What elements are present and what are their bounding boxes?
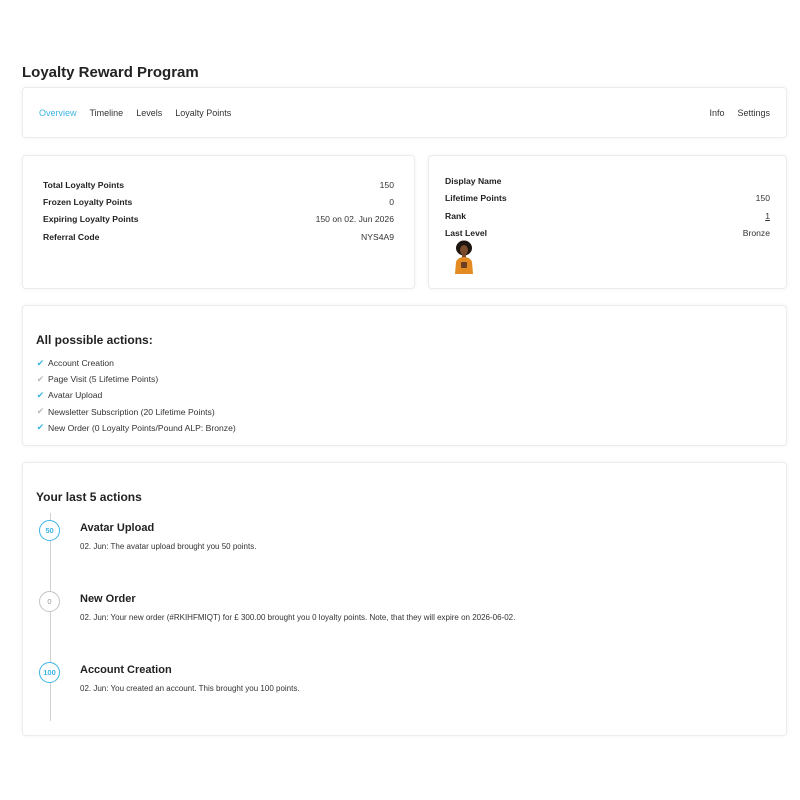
action-label: Newsletter Subscription (20 Lifetime Poi… [48, 406, 215, 417]
nav-bar: Overview Timeline Levels Loyalty Points … [22, 87, 787, 138]
nav-right: Info Settings [709, 108, 770, 118]
timeline-item-desc: 02. Jun: The avatar upload brought you 5… [80, 542, 257, 551]
referral-code-value: NYS4A9 [361, 232, 394, 242]
list-item: ✔ Newsletter Subscription (20 Lifetime P… [36, 404, 236, 420]
frozen-points-value: 0 [389, 197, 394, 207]
referral-code-label: Referral Code [43, 232, 100, 242]
points-badge: 0 [39, 591, 60, 612]
frozen-points-row: Frozen Loyalty Points 0 [43, 197, 394, 207]
list-item: ✔ New Order (0 Loyalty Points/Pound ALP:… [36, 420, 236, 436]
action-label: Account Creation [48, 358, 114, 369]
total-points-value: 150 [379, 180, 394, 190]
referral-code-row: Referral Code NYS4A9 [43, 232, 394, 242]
list-item: ✔ Page Visit (5 Lifetime Points) [36, 371, 236, 387]
list-item: ✔ Account Creation [36, 355, 236, 371]
recent-actions-card: Your last 5 actions 50 Avatar Upload 02.… [22, 462, 787, 736]
total-points-row: Total Loyalty Points 150 [43, 180, 394, 190]
expiring-points-value: 150 on 02. Jun 2026 [315, 214, 394, 224]
actions-list: ✔ Account Creation ✔ Page Visit (5 Lifet… [36, 355, 236, 436]
display-name-label: Display Name [445, 176, 502, 186]
total-points-label: Total Loyalty Points [43, 180, 125, 190]
check-icon: ✔ [36, 373, 45, 384]
display-name-row: Display Name [445, 176, 770, 186]
last-level-value: Bronze [742, 228, 770, 238]
lifetime-points-value: 150 [755, 193, 770, 203]
lifetime-points-label: Lifetime Points [445, 193, 507, 203]
frozen-points-label: Frozen Loyalty Points [43, 197, 133, 207]
timeline-item-desc: 02. Jun: Your new order (#RKIHFMIQT) for… [80, 613, 516, 622]
action-label: Avatar Upload [48, 390, 103, 401]
list-item: ✔ Avatar Upload [36, 387, 236, 403]
expiring-points-label: Expiring Loyalty Points [43, 214, 139, 224]
timeline-title: Your last 5 actions [36, 490, 142, 504]
expiring-points-row: Expiring Loyalty Points 150 on 02. Jun 2… [43, 214, 394, 224]
tab-settings[interactable]: Settings [737, 108, 770, 118]
last-level-label: Last Level [445, 228, 488, 238]
profile-card: Display Name Lifetime Points 150 Rank 1 … [428, 155, 787, 289]
lifetime-points-row: Lifetime Points 150 [445, 193, 770, 203]
nav-left: Overview Timeline Levels Loyalty Points [39, 108, 231, 118]
timeline-line [50, 513, 51, 721]
points-summary-card: Total Loyalty Points 150 Frozen Loyalty … [22, 155, 415, 289]
timeline-item-title: New Order [80, 593, 136, 605]
points-badge: 50 [39, 520, 60, 541]
tab-timeline[interactable]: Timeline [90, 108, 124, 118]
check-icon: ✔ [36, 406, 45, 417]
tab-loyalty-points[interactable]: Loyalty Points [175, 108, 231, 118]
rank-label: Rank [445, 211, 467, 221]
timeline-item-title: Avatar Upload [80, 522, 155, 534]
timeline-item-title: Account Creation [80, 664, 172, 676]
check-icon: ✔ [36, 389, 45, 400]
actions-title: All possible actions: [36, 333, 153, 347]
action-label: Page Visit (5 Lifetime Points) [48, 374, 159, 385]
check-icon: ✔ [36, 422, 45, 433]
possible-actions-card: All possible actions: ✔ Account Creation… [22, 305, 787, 446]
page-title: Loyalty Reward Program [22, 64, 199, 81]
tab-overview[interactable]: Overview [39, 108, 77, 118]
check-icon: ✔ [36, 357, 45, 368]
rank-row: Rank 1 [445, 211, 770, 221]
action-label: New Order (0 Loyalty Points/Pound ALP: B… [48, 422, 236, 433]
timeline-item-desc: 02. Jun: You created an account. This br… [80, 684, 300, 693]
tab-info[interactable]: Info [709, 108, 724, 118]
rank-link[interactable]: 1 [765, 211, 770, 221]
points-badge: 100 [39, 662, 60, 683]
avatar [455, 240, 473, 274]
last-level-row: Last Level Bronze [445, 228, 770, 238]
tab-levels[interactable]: Levels [136, 108, 162, 118]
